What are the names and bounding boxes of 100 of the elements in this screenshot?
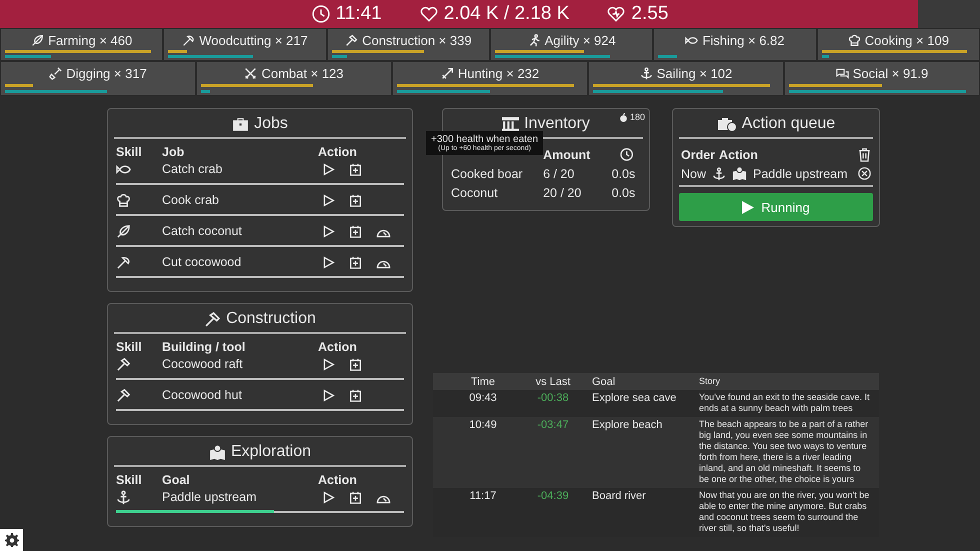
remove-icon[interactable] xyxy=(858,167,871,180)
play-icon[interactable] xyxy=(322,358,335,370)
map-pin-icon xyxy=(732,166,748,181)
skill-tab[interactable]: Farming × 460 xyxy=(0,28,164,61)
clock-icon xyxy=(312,5,330,23)
calendar-plus-icon[interactable] xyxy=(349,256,362,268)
column-header: Building / tool xyxy=(162,340,246,354)
column-header: Amount xyxy=(543,148,592,162)
play-icon[interactable] xyxy=(322,490,335,504)
hammer-icon xyxy=(204,310,222,328)
time-text: 11:41 xyxy=(336,3,382,25)
job-name: Cocowood raft xyxy=(162,357,244,371)
column-header: Story xyxy=(699,376,722,387)
play-icon[interactable] xyxy=(322,224,335,238)
arrow-icon xyxy=(440,67,454,80)
queue-action: Paddle upstream xyxy=(753,166,848,180)
log-goal: Explore sea cave xyxy=(591,392,678,406)
health-text: 2.04 K / 2.18 K xyxy=(444,3,570,25)
leaf-icon xyxy=(116,224,131,238)
skill-tab[interactable]: Construction × 339 xyxy=(326,28,490,61)
play-icon[interactable] xyxy=(322,388,335,402)
item-amount: 20 / 20 xyxy=(543,186,582,200)
play-icon[interactable] xyxy=(322,256,335,268)
skill-tab[interactable]: Combat × 123 xyxy=(196,61,392,96)
log-time: 10:49 xyxy=(468,419,498,433)
shelf-icon xyxy=(502,117,520,131)
panel-title: Exploration xyxy=(114,437,406,467)
job-name: Cut cocowood xyxy=(162,255,242,269)
log-time: 09:43 xyxy=(468,392,498,406)
tooltip-title: +300 health when eaten xyxy=(431,134,538,145)
log-story: The beach appears to be a part of a rather big land, you even see some mountains in the distance. You see two ways to venture forth from here, there is a river leading inland, and an old mineshaft. It seems to be one or the other, the choice is yours xyxy=(699,419,870,485)
apple-icon xyxy=(618,112,628,122)
log-story: You've found an exit to the seaside cave. It ends at a sunny beach with palm trees xyxy=(699,392,871,414)
log-delta: -04:39 xyxy=(536,490,570,504)
calendar-plus-icon[interactable] xyxy=(349,490,362,504)
queue-order: Now xyxy=(681,166,706,180)
heart-pulse-icon xyxy=(607,5,626,23)
chat-bubbles-icon xyxy=(836,67,849,80)
skill-tab[interactable]: Sailing × 102 xyxy=(588,61,784,96)
column-header: Job xyxy=(162,145,186,159)
anchor-icon xyxy=(712,166,726,180)
column-header: vs Last xyxy=(534,376,572,388)
panel-title: Construction xyxy=(114,304,406,334)
job-name: Cook crab xyxy=(162,193,220,207)
calendar-plus-icon[interactable] xyxy=(349,224,362,238)
play-icon[interactable] xyxy=(322,194,335,206)
skill-tab[interactable]: Agility × 924 xyxy=(490,28,654,61)
column-header: Skill xyxy=(115,473,143,487)
skill-tab[interactable]: Digging × 317 xyxy=(0,61,196,96)
chef-hat-icon xyxy=(848,34,861,47)
skill-tab[interactable]: Woodcutting × 217 xyxy=(163,28,327,61)
play-icon[interactable] xyxy=(322,162,335,176)
column-header: Action xyxy=(318,473,358,487)
hammer-icon xyxy=(116,388,131,402)
column-header: Goal xyxy=(162,473,191,487)
job-name: Catch crab xyxy=(162,162,224,176)
column-header: Action xyxy=(719,148,758,162)
column-header: Skill xyxy=(115,340,143,354)
axe-icon xyxy=(182,34,196,47)
panel-title: Jobs xyxy=(114,109,406,139)
log-story: Now that you are on the river, you won't be able to enter the mine anymore. But crabs and coconut trees seem to surround the river still, so that's useful! xyxy=(699,490,870,534)
food-count: 180 xyxy=(618,112,645,122)
column-header: Action xyxy=(318,145,358,159)
job-name: Cocowood hut xyxy=(162,388,243,402)
axe-icon xyxy=(116,254,131,270)
anchor-icon xyxy=(640,67,653,80)
regen-text: 2.55 xyxy=(631,3,668,25)
briefcase-icon xyxy=(232,116,250,132)
column-header: Order xyxy=(681,148,716,162)
trash-icon[interactable] xyxy=(858,148,871,162)
item-time: 0.0s xyxy=(612,186,636,200)
runner-icon xyxy=(528,34,541,47)
log-time: 11:17 xyxy=(468,490,498,504)
calendar-plus-icon[interactable] xyxy=(349,162,362,176)
calendar-plus-icon[interactable] xyxy=(349,194,362,206)
gear-icon xyxy=(4,533,18,547)
item-amount: 6 / 20 xyxy=(543,166,576,180)
log-goal: Board river xyxy=(591,490,647,504)
play-icon xyxy=(742,200,754,214)
calendar-plus-icon[interactable] xyxy=(349,358,362,370)
skill-tab[interactable]: Social × 91.9 xyxy=(784,61,980,96)
hammer-icon xyxy=(116,356,131,372)
skill-tab[interactable]: Cooking × 109 xyxy=(816,28,980,61)
settings-button[interactable] xyxy=(0,529,23,551)
skill-tab[interactable]: Hunting × 232 xyxy=(392,61,588,96)
item-time: 0.0s xyxy=(612,166,636,180)
hammer-icon xyxy=(345,34,358,47)
fish-icon xyxy=(685,34,698,47)
item-name[interactable]: Cooked boar xyxy=(451,166,544,180)
item-name[interactable]: Coconut xyxy=(451,186,544,200)
leaf-icon xyxy=(31,34,44,47)
crossed-swords-icon xyxy=(244,67,258,80)
calendar-plus-icon[interactable] xyxy=(349,388,362,402)
log-delta: -00:38 xyxy=(536,392,570,406)
skill-tab[interactable]: Fishing × 6.82 xyxy=(653,28,817,61)
heart-icon xyxy=(420,5,438,23)
log-delta: -03:47 xyxy=(536,419,570,433)
map-pin-icon xyxy=(208,444,226,460)
job-name: Paddle upstream xyxy=(162,490,258,504)
column-header: Time xyxy=(470,376,496,388)
